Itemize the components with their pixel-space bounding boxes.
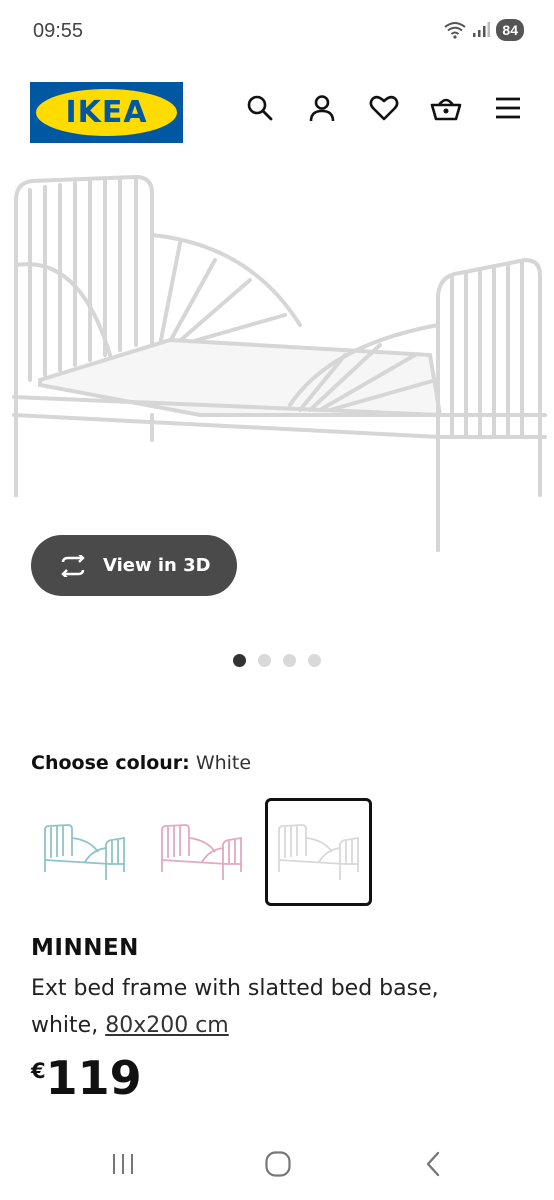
system-nav-bar xyxy=(0,1130,554,1200)
wifi-icon xyxy=(444,22,467,39)
product-name: MINNEN xyxy=(31,935,139,961)
search-icon xyxy=(247,95,273,121)
basket-icon xyxy=(430,98,462,121)
basket-button[interactable] xyxy=(430,92,462,124)
colour-label: Choose colour: xyxy=(31,752,190,774)
search-button[interactable] xyxy=(244,92,276,124)
price-currency: € xyxy=(31,1059,46,1083)
signal-icon xyxy=(473,22,491,37)
account-button[interactable] xyxy=(306,92,338,124)
carousel-dot-3[interactable] xyxy=(283,654,296,667)
bed-thumbnail-light-pink xyxy=(160,824,242,880)
swatch-light-pink[interactable] xyxy=(148,798,255,906)
status-bar: 09:55 84 xyxy=(0,0,554,62)
colour-chooser-heading: Choose colour: White xyxy=(31,752,251,774)
swatch-white[interactable] xyxy=(265,798,372,906)
battery-level: 84 xyxy=(502,22,518,38)
carousel-dots xyxy=(0,654,554,667)
heart-icon xyxy=(369,95,399,121)
recent-apps-icon xyxy=(113,1154,133,1174)
colour-value: White xyxy=(195,752,252,774)
bed-thumbnail-light-blue xyxy=(43,824,125,880)
account-icon xyxy=(309,95,335,122)
price-amount: 119 xyxy=(45,1051,142,1105)
header: IKEA xyxy=(0,78,554,148)
product-image[interactable] xyxy=(0,165,554,560)
rotate-3d-icon xyxy=(61,554,85,577)
carousel-dot-1[interactable] xyxy=(233,654,246,667)
product-description: Ext bed frame with slatted bed base, whi… xyxy=(31,970,511,1044)
battery-indicator: 84 xyxy=(496,19,524,41)
view-in-3d-label: View in 3D xyxy=(103,555,211,576)
wishlist-button[interactable] xyxy=(368,92,400,124)
menu-button[interactable] xyxy=(492,92,524,124)
status-time: 09:55 xyxy=(33,20,84,42)
carousel-dot-4[interactable] xyxy=(308,654,321,667)
ikea-logo[interactable]: IKEA xyxy=(30,82,183,143)
back-icon xyxy=(426,1151,440,1177)
colour-swatches xyxy=(31,798,372,906)
view-in-3d-button[interactable]: View in 3D xyxy=(31,535,237,596)
product-size-link[interactable]: 80x200 cm xyxy=(105,1013,229,1038)
swatch-light-blue[interactable] xyxy=(31,798,138,906)
recent-apps-button[interactable] xyxy=(103,1144,143,1184)
home-button[interactable] xyxy=(258,1144,298,1184)
logo-oval: IKEA xyxy=(36,89,177,136)
product-price: € 119 xyxy=(31,1050,142,1106)
bed-frame-image xyxy=(12,174,547,552)
carousel-dot-2[interactable] xyxy=(258,654,271,667)
bed-thumbnail-white xyxy=(277,824,359,880)
status-icons: 84 xyxy=(444,19,524,41)
logo-text: IKEA xyxy=(65,95,148,130)
home-icon xyxy=(265,1151,291,1177)
back-button[interactable] xyxy=(413,1144,453,1184)
header-icons xyxy=(244,92,524,124)
product-description-text: Ext bed frame with slatted bed base, whi… xyxy=(31,976,439,1038)
menu-icon xyxy=(496,97,520,119)
